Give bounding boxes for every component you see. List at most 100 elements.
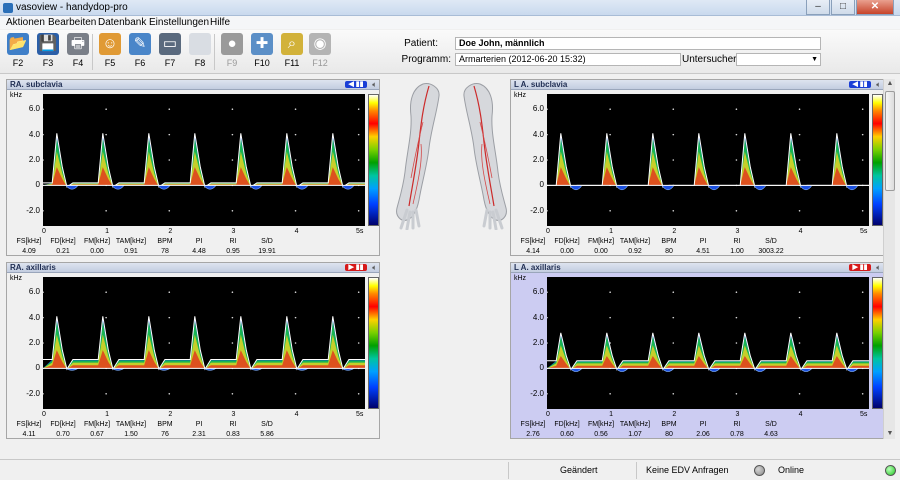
examiner-label: Untersucher:	[682, 54, 740, 65]
vessel-name: RA. subclavia	[10, 80, 63, 89]
x-tick-label: 3	[735, 228, 740, 235]
y-tick-label: 4.0	[28, 129, 40, 139]
doppler-spectrogram[interactable]	[547, 94, 869, 226]
flow-direction-icon[interactable]: ◀ ▮▮	[849, 81, 871, 88]
flow-direction-icon[interactable]: ◀ ▮▮	[345, 81, 367, 88]
window-controls: – □ ✕	[806, 0, 894, 15]
x-tick-label: 4	[294, 228, 299, 235]
x-tick-label: 5s	[859, 228, 868, 235]
grid-dot	[105, 209, 107, 212]
panel-la-subclavia[interactable]: L A. subclavia ◀ ▮▮ 🔈︎ kHz 6.0 4.0 2.0 0 -2.0 0 1 2…	[510, 79, 884, 256]
scroll-thumb[interactable]	[885, 91, 895, 191]
toolbar-button-f4[interactable]: 🖶 F4	[64, 32, 92, 72]
probe-syringe-icon: ✚	[251, 33, 273, 55]
grid-dot	[735, 342, 738, 344]
y-tick-label: 2.0	[532, 155, 544, 164]
grid-dot	[735, 392, 738, 395]
menu-hilfe[interactable]: Hilfe	[210, 16, 230, 29]
grid-dot	[798, 392, 801, 395]
toolbar-button-f12[interactable]: ◉ F12	[306, 32, 334, 72]
panel-la-axillaris[interactable]: L A. axillaris ▶ ▮▮ 🔈︎ kHz 6.0 4.0 2.0 0 -2.0 0 1 2…	[510, 262, 884, 439]
toolbar-button-f2[interactable]: 📂 F2	[4, 32, 32, 72]
program-field[interactable]: Armarterien (2012-06-20 15:32)	[455, 53, 681, 66]
menu-einstellungen[interactable]: Einstellungen	[149, 16, 209, 29]
toolbar-button-f3[interactable]: 💾 F3	[34, 32, 62, 72]
panel-header: RA. axillaris ▶ ▮▮ 🔈︎	[7, 263, 379, 273]
panel-header: L A. axillaris ▶ ▮▮ 🔈︎	[511, 263, 883, 273]
grid-dot	[798, 159, 801, 161]
grid-dot	[861, 108, 864, 111]
grid-dot	[357, 392, 360, 395]
menu-datenbank[interactable]: Datenbank	[98, 16, 146, 29]
x-tick-label: 0	[42, 411, 46, 418]
intensity-color-scale	[368, 94, 379, 226]
speaker-icon[interactable]: 🔈︎	[372, 263, 377, 273]
x-tick-label: 1	[609, 411, 614, 418]
x-tick-label: 3	[231, 228, 236, 235]
toolbar-button-f8[interactable]: F8	[186, 32, 214, 72]
grid-dot	[231, 209, 234, 212]
x-tick-label: 4	[798, 228, 803, 235]
doppler-spectrogram[interactable]	[43, 94, 365, 226]
toolbar-button-f11[interactable]: ⌕ F11	[278, 32, 306, 72]
scroll-down-icon[interactable]: ▼	[885, 429, 895, 439]
patient-field[interactable]: Doe John, männlich	[455, 37, 821, 50]
grid-dot	[231, 291, 234, 294]
grid-dot	[672, 342, 675, 344]
grid-dot	[294, 342, 297, 344]
left-arm-anatomy-image	[463, 83, 507, 230]
panel-ra-subclavia[interactable]: RA. subclavia ◀ ▮▮ 🔈︎ kHz 6.0 4.0 2.0 0 -2.0 0 1 2 3…	[6, 79, 380, 256]
intensity-color-scale	[872, 277, 883, 409]
metric-header: S/D	[261, 238, 273, 245]
metric-header: S/D	[261, 421, 273, 428]
y-tick-label: 0	[35, 363, 40, 373]
toolbar-key-label: F5	[104, 58, 116, 68]
menu-bar: Aktionen Bearbeiten Datenbank Einstellun…	[0, 16, 900, 29]
toolbar-button-f7[interactable]: ▭ F7	[156, 32, 184, 72]
close-button[interactable]: ✕	[856, 0, 894, 15]
spectrogram-background	[43, 277, 365, 409]
y-axis-unit: kHz	[10, 92, 23, 99]
grid-dot	[168, 159, 171, 161]
scroll-up-icon[interactable]: ▲	[885, 79, 895, 89]
speaker-icon[interactable]: 🔈︎	[876, 263, 881, 273]
status-online: Online	[778, 465, 805, 475]
grid-dot	[357, 159, 360, 161]
flow-direction-icon[interactable]: ▶ ▮▮	[849, 264, 871, 271]
grid-dot	[357, 108, 360, 111]
speaker-icon[interactable]: 🔈︎	[876, 80, 881, 90]
y-tick-label: 4.0	[532, 312, 544, 322]
doppler-spectrogram[interactable]	[43, 277, 365, 409]
speaker-icon[interactable]: 🔈︎	[372, 80, 377, 90]
x-tick-label: 5s	[355, 411, 364, 418]
x-tick-label: 1	[105, 228, 110, 235]
printer-icon: 🖶	[67, 33, 89, 55]
grid-dot	[168, 108, 171, 111]
panel-ra-axillaris[interactable]: RA. axillaris ▶ ▮▮ 🔈︎ kHz 6.0 4.0 2.0 0 -2.0 0 1 2 3…	[6, 262, 380, 439]
menu-bearbeiten[interactable]: Bearbeiten	[48, 16, 96, 29]
y-tick-label: 6.0	[532, 287, 544, 297]
metric-value: 5.86	[260, 431, 274, 438]
doppler-spectrogram[interactable]	[547, 277, 869, 409]
vertical-scrollbar[interactable]: ▲ ▼	[883, 79, 895, 439]
maximize-button[interactable]: □	[831, 0, 855, 15]
menu-aktionen[interactable]: Aktionen	[6, 16, 45, 29]
grid-dot	[168, 392, 171, 395]
toolbar-key-label: F4	[72, 58, 84, 68]
y-tick-label: 2.0	[28, 155, 40, 164]
magnifier-icon: ⌕	[281, 33, 303, 55]
minimize-button[interactable]: –	[806, 0, 830, 15]
grid-dot	[105, 108, 107, 111]
grid-dot	[294, 108, 297, 111]
toolbar-button-f6[interactable]: ✎ F6	[126, 32, 154, 72]
grid-dot	[672, 291, 675, 294]
grid-dot	[294, 316, 297, 319]
flow-direction-icon[interactable]: ▶ ▮▮	[345, 264, 367, 271]
grid-dot	[231, 316, 234, 319]
intensity-color-scale	[872, 94, 883, 226]
toolbar-button-f9[interactable]: ● F9	[218, 32, 246, 72]
toolbar-button-f5[interactable]: ☺ F5	[96, 32, 124, 72]
toolbar-button-f10[interactable]: ✚ F10	[248, 32, 276, 72]
examiner-dropdown[interactable]: ▼	[736, 53, 821, 66]
grid-dot	[861, 342, 864, 344]
